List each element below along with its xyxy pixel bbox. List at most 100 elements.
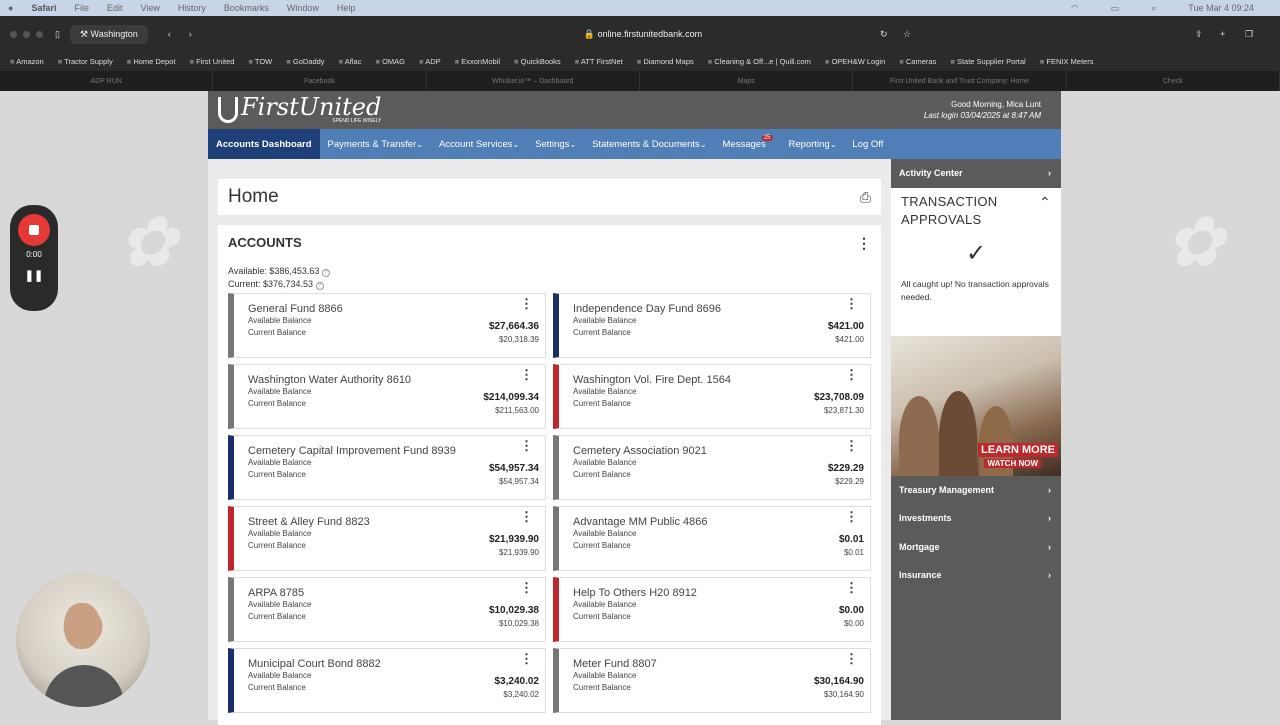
account-menu-icon[interactable]: ⋮ bbox=[520, 510, 533, 523]
favorite-item[interactable]: FENIX Meters bbox=[1040, 57, 1093, 66]
favorite-item[interactable]: OPEH&W Login bbox=[825, 57, 885, 66]
account-card[interactable]: Washington Vol. Fire Dept. 1564 Available… bbox=[553, 364, 871, 429]
sidebar-mortgage[interactable]: Mortgage › bbox=[891, 533, 1061, 562]
account-name[interactable]: Meter Fund 8807 bbox=[573, 658, 864, 670]
favorite-item[interactable]: Diamond Maps bbox=[637, 57, 693, 66]
nav-account-services[interactable]: Account Services bbox=[431, 129, 527, 159]
new-tab-icon[interactable]: + bbox=[1220, 29, 1225, 39]
account-menu-icon[interactable]: ⋮ bbox=[845, 510, 858, 523]
nav-messages[interactable]: Messages 25 bbox=[715, 129, 781, 159]
account-menu-icon[interactable]: ⋮ bbox=[520, 368, 533, 381]
sidebar-activity-center[interactable]: Activity Center › bbox=[891, 159, 1061, 188]
help-icon[interactable]: ? bbox=[315, 282, 324, 290]
menu-edit[interactable]: Edit bbox=[107, 3, 123, 13]
browser-tab-active[interactable]: First United Bank and Trust Company: Hom… bbox=[853, 71, 1067, 91]
favorite-item[interactable]: State Supplier Portal bbox=[950, 57, 1026, 66]
account-name[interactable]: General Fund 8866 bbox=[248, 303, 539, 315]
favorite-item[interactable]: GoDaddy bbox=[286, 57, 325, 66]
app-menu[interactable]: Safari bbox=[31, 3, 56, 13]
favorite-item[interactable]: Tractor Supply bbox=[58, 57, 113, 66]
favorite-item[interactable]: Home Depot bbox=[127, 57, 175, 66]
account-name[interactable]: Cemetery Capital Improvement Fund 8939 bbox=[248, 445, 539, 457]
address-bar[interactable]: 🔒 online.firstunitedbank.com bbox=[378, 29, 908, 40]
nav-statements-documents[interactable]: Statements & Documents bbox=[584, 129, 714, 159]
favorite-item[interactable]: Cameras bbox=[899, 57, 936, 66]
back-icon[interactable]: ‹ bbox=[168, 29, 171, 39]
search-icon[interactable]: ⌕ bbox=[1151, 3, 1156, 14]
print-icon[interactable]: ⎙ bbox=[860, 189, 871, 206]
share-icon[interactable]: ⇪ bbox=[1195, 29, 1203, 40]
menu-file[interactable]: File bbox=[74, 3, 89, 13]
tab-group-selector[interactable]: ⚒ Washington bbox=[69, 24, 148, 44]
account-name[interactable]: Cemetery Association 9021 bbox=[573, 445, 864, 457]
favorite-item[interactable]: ATT FirstNet bbox=[575, 57, 623, 66]
favorite-item[interactable]: ExxonMobil bbox=[455, 57, 500, 66]
favorite-item[interactable]: Aflac bbox=[339, 57, 362, 66]
nav-settings[interactable]: Settings bbox=[527, 129, 584, 159]
sidebar-investments[interactable]: Investments › bbox=[891, 504, 1061, 533]
favorite-item[interactable]: Cleaning & Off...e | Quill.com bbox=[708, 57, 810, 66]
battery-icon[interactable]: ▭ bbox=[1111, 3, 1120, 14]
account-menu-icon[interactable]: ⋮ bbox=[520, 652, 533, 665]
account-name[interactable]: Municipal Court Bond 8882 bbox=[248, 658, 539, 670]
account-menu-icon[interactable]: ⋮ bbox=[520, 297, 533, 310]
help-icon[interactable]: ? bbox=[321, 269, 330, 277]
sidebar-treasury-management[interactable]: Treasury Management › bbox=[891, 476, 1061, 505]
browser-tab[interactable]: Check bbox=[1067, 71, 1280, 91]
account-menu-icon[interactable]: ⋮ bbox=[845, 652, 858, 665]
account-name[interactable]: Help To Others H20 8912 bbox=[573, 587, 864, 599]
sidebar-toggle-icon[interactable]: ▯ bbox=[55, 29, 60, 40]
account-name[interactable]: Washington Water Authority 8610 bbox=[248, 374, 539, 386]
menu-view[interactable]: View bbox=[140, 3, 159, 13]
window-controls[interactable] bbox=[10, 30, 43, 38]
reload-icon[interactable]: ↻ bbox=[880, 29, 888, 40]
tab-overview-icon[interactable]: ❐ bbox=[1245, 29, 1253, 40]
account-card[interactable]: Advantage MM Public 4866 Available Balanc… bbox=[553, 506, 871, 571]
browser-tab[interactable]: Facebook bbox=[213, 71, 427, 91]
nav-payments-transfer[interactable]: Payments & Transfer bbox=[320, 129, 431, 159]
account-card[interactable]: Cemetery Association 9021 Available Balan… bbox=[553, 435, 871, 500]
nav-reporting[interactable]: Reporting bbox=[781, 129, 845, 159]
account-card[interactable]: ARPA 8785 Available Balance Current Balanc… bbox=[228, 577, 546, 642]
wifi-icon[interactable]: ◠ bbox=[1071, 3, 1079, 14]
pause-icon[interactable]: ❚❚ bbox=[10, 269, 58, 282]
account-name[interactable]: Street & Alley Fund 8823 bbox=[248, 516, 539, 528]
account-card[interactable]: Help To Others H20 8912 Available Balance… bbox=[553, 577, 871, 642]
account-menu-icon[interactable]: ⋮ bbox=[845, 368, 858, 381]
nav-accounts-dashboard[interactable]: Accounts Dashboard bbox=[208, 129, 320, 159]
account-menu-icon[interactable]: ⋮ bbox=[845, 439, 858, 452]
forward-icon[interactable]: › bbox=[189, 29, 192, 39]
menu-help[interactable]: Help bbox=[337, 3, 356, 13]
account-card[interactable]: Meter Fund 8807 Available Balance Current … bbox=[553, 648, 871, 713]
bank-logo[interactable]: FirstUnited SPEND LIFE WISELY bbox=[218, 95, 381, 124]
account-menu-icon[interactable]: ⋮ bbox=[520, 581, 533, 594]
account-card[interactable]: Municipal Court Bond 8882 Available Balan… bbox=[228, 648, 546, 713]
clock[interactable]: Tue Mar 4 09:24 bbox=[1188, 3, 1254, 13]
accounts-menu-icon[interactable]: ⋮ bbox=[857, 236, 871, 250]
account-menu-icon[interactable]: ⋮ bbox=[520, 439, 533, 452]
chevron-up-icon[interactable]: ⌃ bbox=[1039, 193, 1051, 229]
promo-banner[interactable]: LEARN MORE WATCH NOW bbox=[891, 335, 1061, 476]
favorite-item[interactable]: OMAG bbox=[375, 57, 405, 66]
browser-tab[interactable]: ADP RUN bbox=[0, 71, 214, 91]
nav-log-off[interactable]: Log Off bbox=[844, 129, 891, 159]
account-card[interactable]: Street & Alley Fund 8823 Available Balanc… bbox=[228, 506, 546, 571]
favorite-item[interactable]: ADP bbox=[419, 57, 440, 66]
account-menu-icon[interactable]: ⋮ bbox=[845, 297, 858, 310]
account-name[interactable]: Advantage MM Public 4866 bbox=[573, 516, 864, 528]
browser-tab[interactable]: Maps bbox=[640, 71, 854, 91]
account-name[interactable]: Independence Day Fund 8696 bbox=[573, 303, 864, 315]
menu-window[interactable]: Window bbox=[287, 3, 319, 13]
account-card[interactable]: Cemetery Capital Improvement Fund 8939 Av… bbox=[228, 435, 546, 500]
account-name[interactable]: ARPA 8785 bbox=[248, 587, 539, 599]
favorite-item[interactable]: QuickBooks bbox=[514, 57, 561, 66]
apple-icon[interactable]: ● bbox=[8, 3, 13, 13]
stop-record-button[interactable] bbox=[18, 214, 50, 246]
account-card[interactable]: Washington Water Authority 8610 Available… bbox=[228, 364, 546, 429]
menu-history[interactable]: History bbox=[178, 3, 206, 13]
favorite-item[interactable]: First United bbox=[189, 57, 234, 66]
sidebar-insurance[interactable]: Insurance › bbox=[891, 561, 1061, 590]
webcam-bubble[interactable] bbox=[16, 573, 150, 707]
browser-tab[interactable]: Whisker.io™ – Dashboard bbox=[427, 71, 640, 91]
account-card[interactable]: Independence Day Fund 8696 Available Bala… bbox=[553, 293, 871, 358]
